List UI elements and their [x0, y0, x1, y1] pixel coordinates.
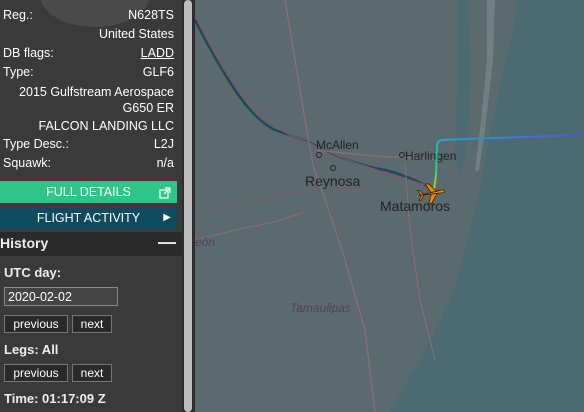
squawk-value: n/a: [156, 156, 174, 170]
utc-day-label: UTC day:: [4, 265, 62, 280]
type-desc-value: L2J: [153, 137, 174, 151]
owner-value: FALCON LANDING LLC: [38, 119, 174, 133]
map-canvas[interactable]: McAllen Harlingen Reynosa Matamoros Tama…: [195, 0, 584, 412]
history-header[interactable]: History —: [0, 232, 182, 256]
country-value: United States: [98, 27, 174, 41]
utc-day-input[interactable]: [4, 287, 118, 306]
matamoros-label: Matamoros: [380, 198, 450, 214]
reg-row: Reg.: N628TS: [3, 6, 174, 24]
harlingen-label: Harlingen: [405, 149, 456, 163]
reg-value: N628TS: [128, 8, 174, 22]
map[interactable]: McAllen Harlingen Reynosa Matamoros Tama…: [195, 0, 584, 412]
reynosa-label: Reynosa: [305, 173, 360, 189]
external-link-icon: [159, 181, 171, 203]
mcallen-label: McAllen: [316, 138, 359, 152]
collapse-icon[interactable]: —: [158, 232, 176, 253]
full-details-button[interactable]: FULL DETAILS: [0, 181, 177, 203]
flight-activity-label: FLIGHT ACTIVITY: [36, 211, 141, 225]
model-line1: 2015 Gulfstream Aerospace: [19, 85, 174, 99]
type-value: GLF6: [142, 65, 174, 79]
chevron-right-icon: ▶: [163, 212, 171, 223]
sidebar: Reg.: N628TS United States DB flags: LAD…: [0, 0, 182, 412]
squawk-label: Squawk:: [3, 156, 51, 170]
db-flags-link[interactable]: LADD: [141, 44, 174, 62]
db-flags-row: DB flags: LADD: [3, 44, 174, 62]
type-row: Type: GLF6: [3, 63, 174, 81]
flight-activity-button[interactable]: FLIGHT ACTIVITY ▶: [0, 207, 177, 229]
leg-next-button[interactable]: next: [72, 364, 112, 382]
type-desc-row: Type Desc.: L2J: [3, 135, 174, 153]
model-line2: G650 ER: [122, 101, 174, 115]
db-flags-label: DB flags:: [3, 46, 54, 60]
legs-label: Legs: All: [4, 342, 59, 357]
type-label: Type:: [3, 65, 34, 79]
time-label: Time: 01:17:09 Z: [4, 391, 106, 406]
leon-label: eón: [195, 235, 215, 249]
day-previous-button[interactable]: previous: [4, 315, 68, 333]
reg-label: Reg.:: [3, 8, 33, 22]
sidebar-scrollbar[interactable]: [184, 0, 192, 412]
tamaulipas-label: Tamaulipas: [290, 301, 351, 315]
type-desc-label: Type Desc.:: [3, 137, 69, 151]
leg-previous-button[interactable]: previous: [4, 364, 68, 382]
day-next-button[interactable]: next: [72, 315, 112, 333]
full-details-label: FULL DETAILS: [46, 185, 131, 199]
squawk-row: Squawk: n/a: [3, 154, 174, 172]
history-title: History: [0, 235, 49, 251]
